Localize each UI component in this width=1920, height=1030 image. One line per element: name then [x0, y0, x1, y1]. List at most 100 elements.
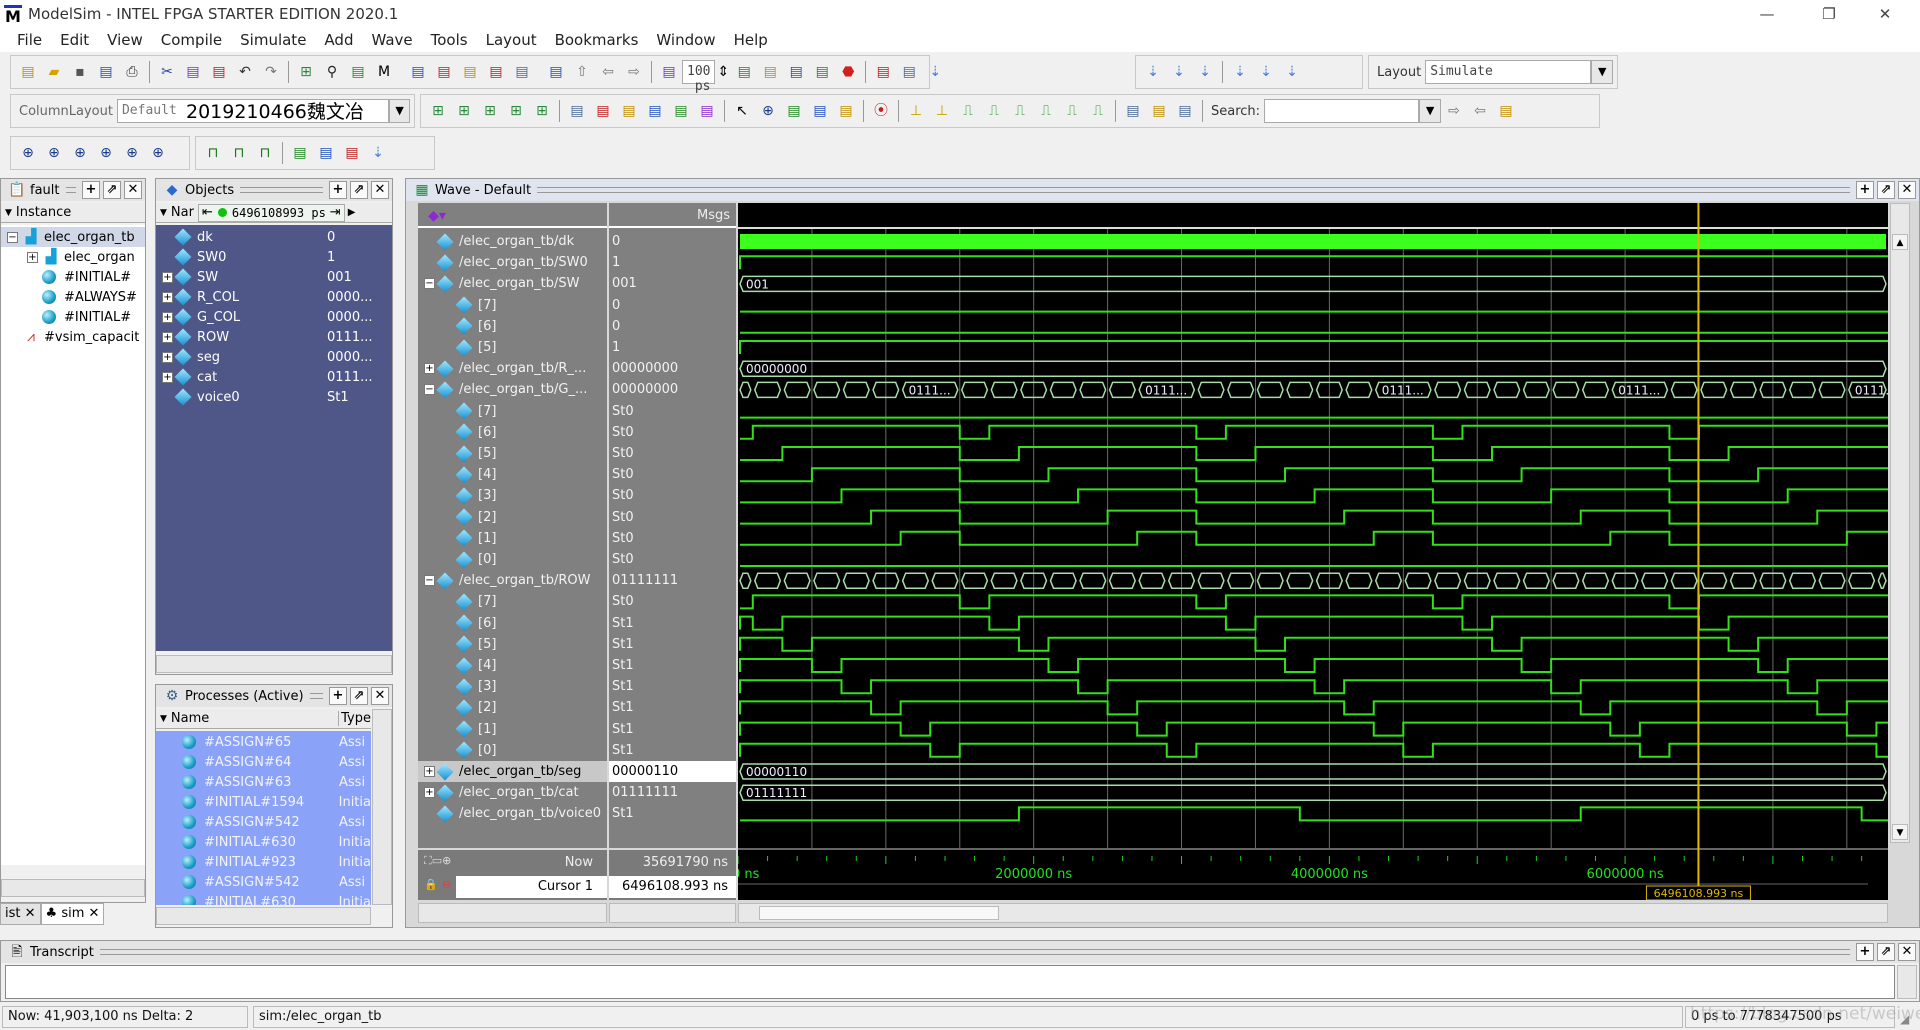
processes-hscrollbar[interactable]	[156, 907, 371, 925]
menu-wave[interactable]: Wave	[362, 28, 421, 52]
run-length-spinner-icon[interactable]: ⇕	[717, 61, 729, 83]
edit-icon[interactable]: ▤	[696, 100, 718, 122]
delete-cursor-icon[interactable]: ⊥	[931, 100, 953, 122]
panel-grip[interactable]	[537, 187, 1850, 193]
process-item[interactable]: #ASSIGN#63 Assi	[156, 772, 371, 792]
wave-signal-row[interactable]: [6]	[418, 422, 607, 443]
step-over-icon[interactable]: ⇣	[1168, 61, 1190, 83]
expand-icon[interactable]: +	[424, 766, 435, 777]
layout-select[interactable]: Simulate	[1425, 60, 1592, 84]
signal-format-icon[interactable]: ◆▾	[426, 205, 448, 227]
column-layout-select[interactable]: Default 2019210466魏文冶	[116, 99, 390, 123]
wave-signal-row[interactable]: [7]	[418, 401, 607, 422]
stop-icon[interactable]: ⬣	[837, 61, 859, 83]
process-item[interactable]: #ASSIGN#542 Assi	[156, 872, 371, 892]
object-item[interactable]: + R_COL 0000...	[156, 287, 392, 307]
collapse-icon[interactable]: −	[424, 278, 435, 290]
dock-button[interactable]: +	[329, 687, 347, 705]
show-drivers-icon[interactable]: ▤	[1174, 100, 1196, 122]
menu-layout[interactable]: Layout	[477, 28, 546, 52]
wave-step-icon[interactable]: ⇣	[367, 142, 389, 164]
undock-button[interactable]: ⇗	[1877, 943, 1895, 961]
add-wave-icon[interactable]: ⊞	[427, 100, 449, 122]
panel-grip[interactable]	[240, 187, 323, 193]
instance-hscrollbar[interactable]	[1, 879, 145, 897]
undock-button[interactable]: ⇗	[350, 181, 368, 199]
prev-time-icon[interactable]: ⇤	[202, 205, 213, 220]
wave-signal-row[interactable]: [2]	[418, 507, 607, 528]
zoom-mode-icon[interactable]: ⊕	[757, 100, 779, 122]
compile-all-icon[interactable]: ▤	[433, 61, 455, 83]
time-axis[interactable]: 0 ns 2000000 ns 4000000 ns 6000000 ns 649610…	[738, 848, 1888, 900]
wave-signal-row[interactable]: + /elec_organ_tb/cat	[418, 782, 607, 803]
wave-signal-row[interactable]: − /elec_organ_tb/G_...	[418, 379, 607, 400]
wave-format-literal-icon[interactable]: ⊓	[202, 142, 224, 164]
names-hscrollbar[interactable]	[418, 903, 607, 923]
search-input[interactable]	[1264, 99, 1420, 123]
undock-button[interactable]: ⇗	[350, 687, 368, 705]
zoom-range-icon[interactable]: ⊕	[121, 142, 143, 164]
search-forward-icon[interactable]: ⇨	[1443, 100, 1465, 122]
menu-tools[interactable]: Tools	[422, 28, 477, 52]
prev-rising-icon[interactable]: ⎍	[1061, 100, 1083, 122]
up-icon[interactable]: ⇧	[571, 61, 593, 83]
open-folder-icon[interactable]: ▰	[43, 61, 65, 83]
expand-icon[interactable]: ▤	[1122, 100, 1144, 122]
wave-signal-row[interactable]: − /elec_organ_tb/ROW	[418, 570, 607, 591]
add-dataflow-icon[interactable]: ⊞	[505, 100, 527, 122]
zoom-cursor-icon[interactable]: ⊕	[95, 142, 117, 164]
wave-signal-row[interactable]: + /elec_organ_tb/seg	[418, 761, 607, 782]
back-icon[interactable]: ⇦	[597, 61, 619, 83]
wave-signal-row[interactable]: [7]	[418, 295, 607, 316]
step-out-icon[interactable]: ⇣	[1194, 61, 1216, 83]
step-into-dd-icon[interactable]: ⇣	[1229, 61, 1251, 83]
dock-button[interactable]: +	[1856, 181, 1874, 199]
tab-library[interactable]: ist ✕	[0, 903, 41, 925]
prev-edge-icon[interactable]: ⎍	[957, 100, 979, 122]
wave-signal-row[interactable]: − /elec_organ_tb/SW	[418, 273, 607, 294]
menu-bookmarks[interactable]: Bookmarks	[546, 28, 648, 52]
wave-signal-row[interactable]: [2]	[418, 697, 607, 718]
search-back-icon[interactable]: ⇦	[1469, 100, 1491, 122]
scroll-right-icon[interactable]: ▶	[348, 207, 356, 218]
prev-falling-icon[interactable]: ⎍	[1009, 100, 1031, 122]
save-icon[interactable]: ▪	[69, 61, 91, 83]
zoom-region-icon[interactable]: ⊕	[147, 142, 169, 164]
copy-icon[interactable]: ▤	[182, 61, 204, 83]
instance-tree-item[interactable]: #INITIAL#	[1, 307, 145, 327]
expand-icon[interactable]: +	[424, 787, 435, 799]
collapse-icon[interactable]: ▤	[1148, 100, 1170, 122]
expand-icon[interactable]: +	[162, 291, 173, 303]
radix-io-icon[interactable]: ▤	[618, 100, 640, 122]
modelsim-icon[interactable]: M	[373, 61, 395, 83]
performance-icon[interactable]: ▤	[872, 61, 894, 83]
wave-hscrollbar[interactable]	[738, 903, 1888, 923]
run-length-field[interactable]: 100 ps	[682, 60, 716, 94]
wave-grid-icon[interactable]: ▤	[289, 142, 311, 164]
wave-hscroll-thumb[interactable]	[759, 906, 999, 920]
object-item[interactable]: + cat 0111...	[156, 367, 392, 387]
waveform-canvas[interactable]: 001 00000000 0111... 0111... 0111... 0111... 0…	[738, 203, 1888, 848]
processes-vscrollbar[interactable]	[372, 709, 392, 905]
process-item[interactable]: #ASSIGN#542 Assi	[156, 812, 371, 832]
dock-button[interactable]: +	[329, 181, 347, 199]
step-icon[interactable]: ⇣	[924, 61, 946, 83]
zoom-out-icon[interactable]: ⊕	[43, 142, 65, 164]
undock-button[interactable]: ⇗	[1877, 181, 1895, 199]
menu-compile[interactable]: Compile	[152, 28, 231, 52]
run-icon[interactable]: ▤	[733, 61, 755, 83]
cursor-1-label[interactable]: Cursor 1	[456, 876, 607, 898]
scroll-down-button[interactable]: ▼	[1892, 824, 1908, 840]
next-falling-icon[interactable]: ⎍	[1035, 100, 1057, 122]
add-icon[interactable]: ⊞	[295, 61, 317, 83]
next-rising-icon[interactable]: ⎍	[1087, 100, 1109, 122]
step-over-dd-icon[interactable]: ⇣	[1255, 61, 1277, 83]
menu-window[interactable]: Window	[647, 28, 724, 52]
wave-signal-row[interactable]: [1]	[418, 719, 607, 740]
refresh-icon[interactable]: ▤	[95, 61, 117, 83]
wave-signal-row[interactable]: /elec_organ_tb/SW0	[418, 252, 607, 273]
wave-compress-icon[interactable]: ▤	[315, 142, 337, 164]
zoom-in-icon[interactable]: ⊕	[17, 142, 39, 164]
objects-time-field[interactable]: ⇤ 6496108993 ps ⇥	[197, 203, 345, 222]
wave-signal-row[interactable]: [6]	[418, 316, 607, 337]
